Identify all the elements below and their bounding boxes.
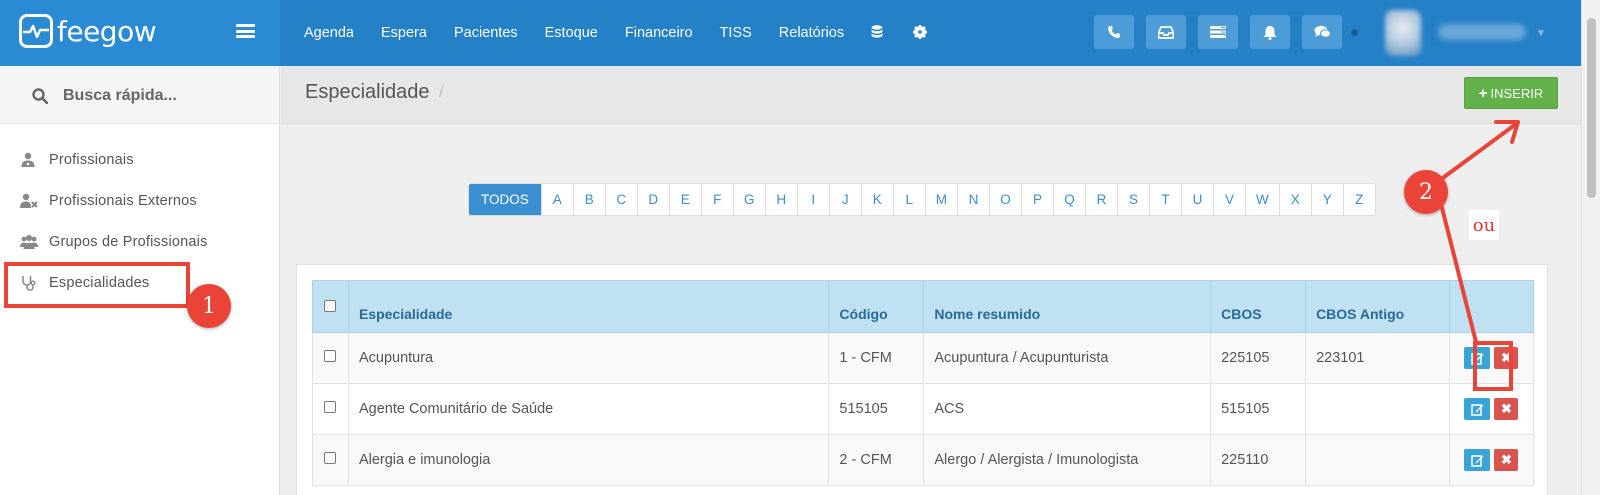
annotation-arrows	[1438, 120, 1520, 344]
